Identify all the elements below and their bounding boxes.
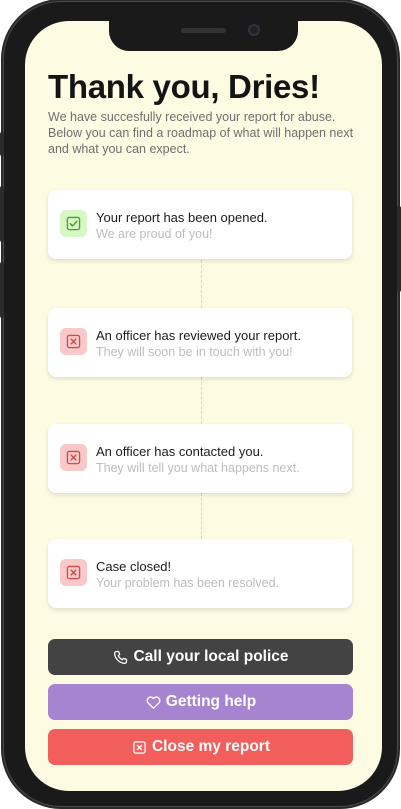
close-icon (66, 334, 81, 349)
step-card-closed: Case closed! Your problem has been resol… (48, 539, 352, 608)
phone-frame: Thank you, Dries! We have succesfully re… (3, 1, 398, 807)
step-card-opened: Your report has been opened. We are prou… (48, 190, 352, 259)
check-icon (66, 216, 81, 231)
timeline-connector (201, 260, 202, 308)
step-title: An officer has reviewed your report. (96, 328, 301, 343)
getting-help-button[interactable]: Getting help (48, 684, 353, 720)
timeline-connector (201, 493, 202, 539)
status-done-badge (60, 210, 87, 237)
call-police-button[interactable]: Call your local police (48, 639, 353, 675)
close-square-icon (133, 740, 146, 754)
step-subtitle: They will soon be in touch with you! (96, 345, 293, 359)
silent-switch (0, 132, 4, 156)
camera (248, 24, 260, 36)
page-title: Thank you, Dries! (48, 68, 320, 105)
close-icon (66, 450, 81, 465)
close-icon (66, 565, 81, 580)
step-title: Case closed! (96, 559, 172, 574)
power-button (397, 206, 401, 292)
volume-down-button (0, 262, 4, 318)
step-card-reviewed: An officer has reviewed your report. The… (48, 308, 352, 377)
getting-help-label: Getting help (165, 693, 257, 710)
close-report-label: Close my report (151, 738, 270, 755)
status-pending-badge (60, 328, 87, 355)
step-card-contacted: An officer has contacted you. They will … (48, 424, 352, 493)
close-report-button[interactable]: Close my report (48, 729, 353, 765)
step-subtitle: Your problem has been resolved. (96, 576, 279, 590)
status-pending-badge (60, 444, 87, 471)
app-screen: Thank you, Dries! We have succesfully re… (25, 21, 382, 791)
step-subtitle: We are proud of you! (96, 227, 213, 241)
heart-icon (146, 695, 161, 709)
volume-up-button (0, 186, 4, 242)
timeline-connector (201, 377, 202, 424)
intro-text: We have succesfully received your report… (48, 110, 354, 156)
step-subtitle: They will tell you what happens next. (96, 461, 300, 475)
status-pending-badge (60, 559, 87, 586)
step-title: Your report has been opened. (96, 210, 268, 225)
speaker (181, 28, 226, 33)
notch (109, 21, 298, 51)
call-police-label: Call your local police (133, 648, 289, 665)
phone-icon (114, 650, 128, 664)
step-title: An officer has contacted you. (96, 444, 264, 459)
